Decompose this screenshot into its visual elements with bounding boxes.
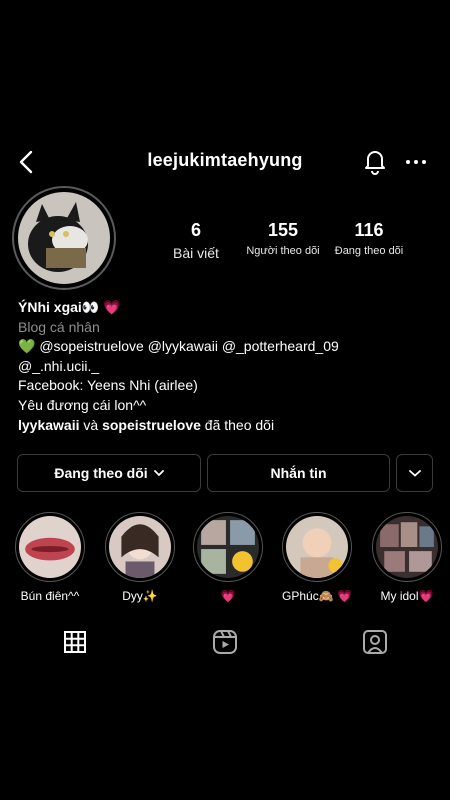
more-horizontal-icon[interactable] [402,148,430,176]
followed-by-suffix: đã theo dõi [200,416,275,433]
followers-label: Người theo dõi [246,245,320,257]
highlight-item[interactable]: GPhúc🙈 💗 [272,512,362,603]
highlight-caption: GPhúc🙈 💗 [282,589,352,603]
highlight-item[interactable]: Bún điên^^ [5,512,95,603]
message-button[interactable]: Nhắn tin [207,454,390,492]
following-button[interactable]: Đang theo dõi [17,454,201,492]
highlight-item[interactable]: My idol💗 [362,512,450,603]
profile-category: Blog cá nhân [18,318,100,335]
followers-count: 155 [267,220,299,240]
highlight-caption: 💗 [220,589,236,603]
following-count: 116 [354,220,384,240]
story-highlights: Bún điên^^ Dyy✨ 💗 GPhúc🙈 💗 My idol💗 [0,512,450,604]
following-label: Đang theo dõi [334,245,404,257]
highlight-cover [376,516,438,578]
following-stat[interactable]: 116 Đang theo dõi [326,220,412,257]
highlight-caption: Dyy✨ [122,589,158,603]
followed-by-user-1: lyykawaii [18,416,80,433]
bio-text: Yêu đương cái lon^^ [18,396,147,413]
followed-by-conj: và [79,416,103,433]
message-button-label: Nhắn tin [270,465,327,481]
bio-mention-secondary[interactable]: @_.nhi.ucii._ [18,357,438,377]
display-name: ÝNhi xgai👀 💗 [18,299,121,315]
highlight-cover [109,516,171,578]
bio-facebook: Facebook: Yeens Nhi (airlee) [18,377,198,394]
highlight-item[interactable]: 💗 [183,512,273,603]
followed-by-user-2: sopeistruelove [102,416,201,433]
highlight-caption: My idol💗 [380,589,434,603]
tagged-icon[interactable] [361,628,389,656]
grid-icon[interactable] [61,628,89,656]
following-button-label: Đang theo dõi [54,465,148,481]
avatar-image [18,192,110,284]
chevron-down-icon [153,470,164,477]
profile-tabs [0,624,450,660]
suggested-accounts-button[interactable] [396,454,433,492]
posts-stat[interactable]: 6 Bài viết [166,220,226,261]
posts-label: Bài viết [173,245,219,261]
highlight-caption: Bún điên^^ [20,589,80,603]
chevron-down-icon [408,470,421,477]
followers-stat[interactable]: 155 Người theo dõi [240,220,326,257]
highlight-cover [197,516,259,578]
reels-icon[interactable] [211,628,239,656]
highlight-cover [286,516,348,578]
bell-icon[interactable] [360,146,390,176]
profile-bio: ÝNhi xgai👀 💗 Blog cá nhân 💚 @sopeistruel… [18,298,438,435]
highlight-item[interactable]: Dyy✨ [95,512,185,603]
followed-by[interactable]: lyykawaii và sopeistruelove đã theo dõi [18,416,438,436]
profile-header: leejukimtaehyung [0,140,450,184]
bio-mentions[interactable]: 💚 @sopeistruelove @lyykawaii @_potterhea… [18,337,438,357]
profile-avatar[interactable] [12,186,116,290]
posts-count: 6 [190,220,201,240]
highlight-cover [19,516,81,578]
